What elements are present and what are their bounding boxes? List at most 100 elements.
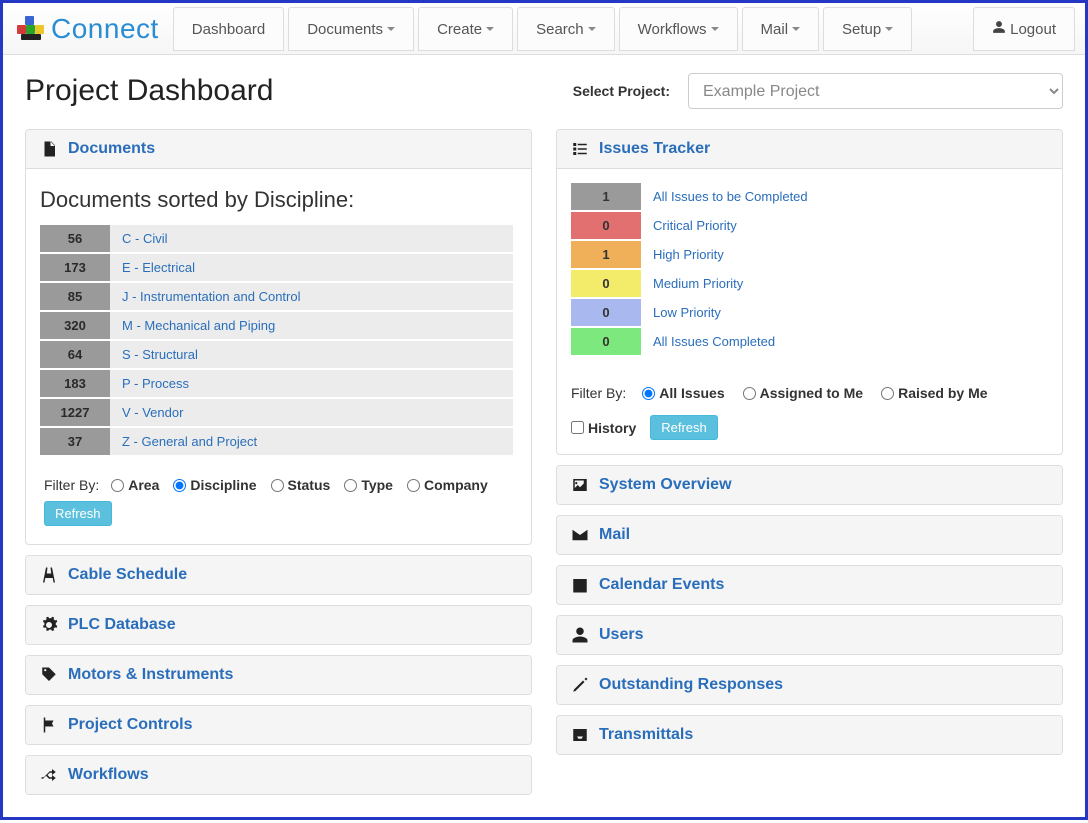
document-link[interactable]: C - Civil — [122, 231, 168, 246]
transmittals-panel: Transmittals — [556, 715, 1063, 755]
document-label: C - Civil — [110, 225, 513, 252]
cable-schedule-panel: Cable Schedule — [25, 555, 532, 595]
document-link[interactable]: E - Electrical — [122, 260, 195, 275]
flag-icon — [40, 716, 58, 734]
issues-scroll[interactable]: 1 All Issues to be Completed 0 Critical Pri… — [571, 183, 1048, 373]
issues-tracker-heading[interactable]: Issues Tracker — [557, 130, 1062, 169]
envelope-icon — [571, 526, 589, 544]
outstanding-responses-panel: Outstanding Responses — [556, 665, 1063, 705]
document-count: 64 — [40, 341, 110, 368]
filter-area-radio[interactable] — [111, 479, 124, 492]
system-overview-heading[interactable]: System Overview — [557, 466, 1062, 504]
nav-dashboard[interactable]: Dashboard — [173, 7, 284, 51]
issue-link[interactable]: Medium Priority — [653, 276, 743, 291]
plc-database-heading[interactable]: PLC Database — [26, 606, 531, 644]
filter-company-radio[interactable] — [407, 479, 420, 492]
cable-schedule-heading[interactable]: Cable Schedule — [26, 556, 531, 594]
road-icon — [40, 566, 58, 584]
project-select[interactable]: Example Project — [688, 73, 1063, 109]
documents-panel-heading[interactable]: Documents — [26, 130, 531, 169]
doc-filter-label: Filter By: — [44, 477, 99, 493]
nav-mail[interactable]: Mail — [742, 7, 820, 51]
caret-icon — [792, 27, 800, 31]
document-link[interactable]: V - Vendor — [122, 405, 183, 420]
document-row: 183 P - Process — [40, 370, 513, 397]
issue-row: 0 Medium Priority — [571, 270, 1048, 297]
history-checkbox[interactable] — [571, 421, 584, 434]
filter-status-radio[interactable] — [271, 479, 284, 492]
issue-count: 1 — [571, 183, 641, 210]
issue-row: 0 Low Priority — [571, 299, 1048, 326]
brand-text: Connect — [51, 13, 159, 45]
issue-row: 0 All Issues Completed — [571, 328, 1048, 355]
filter-assigned-radio[interactable] — [743, 387, 756, 400]
issue-count: 1 — [571, 241, 641, 268]
pencil-icon — [571, 676, 589, 694]
document-count: 1227 — [40, 399, 110, 426]
outstanding-responses-heading[interactable]: Outstanding Responses — [557, 666, 1062, 704]
document-label: V - Vendor — [110, 399, 513, 426]
document-count: 173 — [40, 254, 110, 281]
list-icon — [571, 140, 589, 158]
document-row: 37 Z - General and Project — [40, 428, 513, 455]
issue-count: 0 — [571, 212, 641, 239]
document-count: 37 — [40, 428, 110, 455]
nav-documents[interactable]: Documents — [288, 7, 414, 51]
document-link[interactable]: S - Structural — [122, 347, 198, 362]
mail-heading[interactable]: Mail — [557, 516, 1062, 554]
filter-raised-radio[interactable] — [881, 387, 894, 400]
issue-count: 0 — [571, 270, 641, 297]
issue-link[interactable]: High Priority — [653, 247, 724, 262]
issue-count: 0 — [571, 328, 641, 355]
documents-subtitle: Documents sorted by Discipline: — [40, 187, 513, 213]
issue-link[interactable]: All Issues to be Completed — [653, 189, 808, 204]
motors-instruments-heading[interactable]: Motors & Instruments — [26, 656, 531, 694]
project-controls-panel: Project Controls — [25, 705, 532, 745]
document-row: 1227 V - Vendor — [40, 399, 513, 426]
document-link[interactable]: M - Mechanical and Piping — [122, 318, 275, 333]
document-row: 56 C - Civil — [40, 225, 513, 252]
project-controls-heading[interactable]: Project Controls — [26, 706, 531, 744]
issue-link[interactable]: Critical Priority — [653, 218, 737, 233]
transmittals-heading[interactable]: Transmittals — [557, 716, 1062, 754]
documents-scroll[interactable]: Documents sorted by Discipline: 56 C - Ci… — [40, 183, 517, 463]
motors-instruments-panel: Motors & Instruments — [25, 655, 532, 695]
document-label: P - Process — [110, 370, 513, 397]
shuffle-icon — [40, 766, 58, 784]
nav-workflows[interactable]: Workflows — [619, 7, 738, 51]
document-count: 183 — [40, 370, 110, 397]
document-count: 320 — [40, 312, 110, 339]
issues-refresh-button[interactable]: Refresh — [650, 415, 718, 440]
navbar: Connect Dashboard Documents Create Searc… — [3, 3, 1085, 55]
nav-search[interactable]: Search — [517, 7, 615, 51]
document-count: 85 — [40, 283, 110, 310]
document-link[interactable]: P - Process — [122, 376, 189, 391]
filter-type-radio[interactable] — [344, 479, 357, 492]
filter-discipline-radio[interactable] — [173, 479, 186, 492]
filter-all-issues-radio[interactable] — [642, 387, 655, 400]
issue-label: Low Priority — [641, 299, 1048, 326]
nav-logout[interactable]: Logout — [973, 7, 1075, 51]
issue-label: All Issues to be Completed — [641, 183, 1048, 210]
document-link[interactable]: Z - General and Project — [122, 434, 257, 449]
issue-link[interactable]: Low Priority — [653, 305, 721, 320]
issue-label: Medium Priority — [641, 270, 1048, 297]
documents-panel: Documents Documents sorted by Discipline… — [25, 129, 532, 545]
document-label: J - Instrumentation and Control — [110, 283, 513, 310]
issue-label: Critical Priority — [641, 212, 1048, 239]
brand[interactable]: Connect — [11, 3, 171, 54]
documents-refresh-button[interactable]: Refresh — [44, 501, 112, 526]
workflows-heading[interactable]: Workflows — [26, 756, 531, 794]
document-count: 56 — [40, 225, 110, 252]
caret-icon — [486, 27, 494, 31]
nav-setup[interactable]: Setup — [823, 7, 912, 51]
issue-count: 0 — [571, 299, 641, 326]
document-link[interactable]: J - Instrumentation and Control — [122, 289, 300, 304]
users-heading[interactable]: Users — [557, 616, 1062, 654]
issue-link[interactable]: All Issues Completed — [653, 334, 775, 349]
calendar-events-heading[interactable]: Calendar Events — [557, 566, 1062, 604]
gear-icon — [40, 616, 58, 634]
user-icon — [571, 626, 589, 644]
page-title: Project Dashboard — [25, 74, 273, 108]
nav-create[interactable]: Create — [418, 7, 513, 51]
